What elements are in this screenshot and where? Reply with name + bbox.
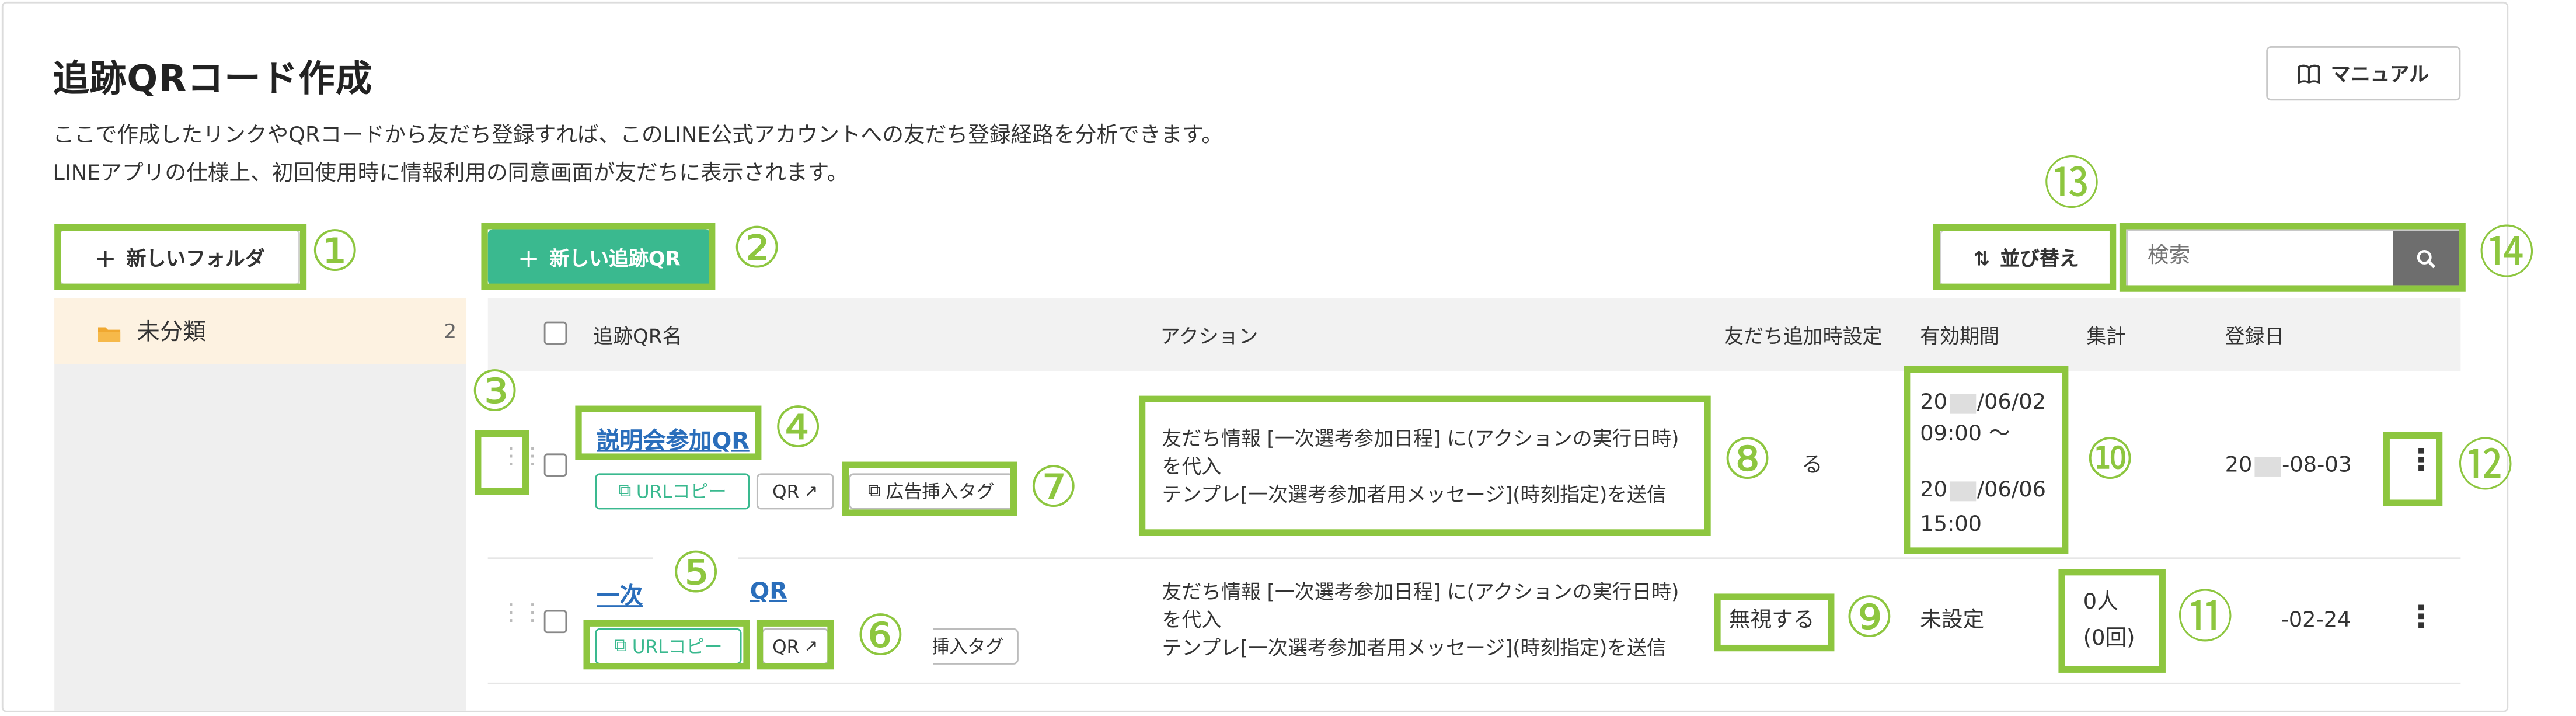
new-qr-label: 新しい追跡QR — [549, 246, 681, 270]
folder-count: 2 — [444, 319, 457, 343]
folder-label: 未分類 — [137, 319, 206, 346]
more-options-icon[interactable]: ⋮ — [2406, 603, 2436, 633]
period-start-time: 09:00 〜 — [1920, 422, 2010, 447]
page-description: ここで作成したリンクやQRコードから友だち登録すれば、このLINE公式アカウント… — [53, 123, 1223, 149]
callout-12: ⑫ — [2457, 433, 2514, 500]
callout-7: ⑦ — [1028, 455, 1079, 522]
period-start-year: 20 — [1920, 391, 1947, 416]
sort-label: 並び替え — [2000, 247, 2079, 271]
callout-11: ⑪ — [2177, 585, 2233, 652]
total-count: (0回) — [2083, 626, 2135, 652]
qr-label: QR — [772, 635, 800, 658]
friend-setting-value: る — [1801, 453, 1823, 478]
copy-icon: ⧉ — [614, 635, 628, 656]
callout-8: ⑧ — [1722, 427, 1773, 493]
sort-icon: ⇅ — [1973, 246, 1991, 270]
redacted-block — [1948, 481, 1975, 500]
callout-10: ⑩ — [2084, 427, 2135, 493]
search-box — [2126, 229, 2461, 287]
qr-button[interactable]: QR ↗ — [761, 628, 829, 665]
row-checkbox[interactable] — [543, 453, 567, 477]
search-button[interactable] — [2393, 231, 2459, 286]
url-copy-label: URLコピー — [636, 481, 727, 503]
action-line-2: を代入 — [1162, 455, 1222, 478]
table-row[interactable]: ⋮⋮ 一次 QR ⧉ URLコピー QR ↗ 挿入タグ 友だち情報 [一次選考参加日… — [487, 559, 2461, 684]
qr-name-link-start[interactable]: 一次 — [597, 579, 643, 611]
plus-icon: + — [517, 241, 540, 273]
callout-4: ④ — [773, 395, 824, 462]
redacted-block — [1948, 393, 1975, 413]
header-name: 追跡QR名 — [593, 325, 682, 348]
period-end-date: 20/06/06 — [1920, 477, 2046, 505]
qr-label: QR — [772, 481, 800, 502]
period-end-year: 20 — [1920, 478, 1947, 503]
book-icon — [2298, 64, 2320, 84]
action-line-2: を代入 — [1162, 608, 1222, 632]
row-checkbox[interactable] — [543, 610, 567, 634]
callout-6: ⑥ — [855, 603, 906, 670]
header-period: 有効期間 — [1920, 325, 1999, 348]
header-friend-setting: 友だち追加時設定 — [1724, 325, 1883, 348]
url-copy-label: URLコピー — [632, 636, 723, 658]
period-end-time: 15:00 — [1920, 513, 1982, 538]
callout-14: ⑭ — [2479, 221, 2535, 287]
callout-13: ⑬ — [2044, 151, 2100, 218]
header-action: アクション — [1160, 325, 1259, 348]
registered-year: 20 — [2225, 453, 2253, 478]
registered-date: 20 -08-03 — [2225, 452, 2352, 480]
period-value: 未設定 — [1920, 608, 1985, 634]
registered-date: -02-24 — [2281, 608, 2351, 634]
search-icon — [2417, 249, 2435, 267]
qr-name-link[interactable]: 説明会参加QR — [597, 424, 750, 457]
registered-monthday: -08-03 — [2282, 453, 2352, 478]
new-folder-button[interactable]: + 新しいフォルダ — [59, 229, 300, 286]
period-start-monthday: /06/02 — [1977, 391, 2046, 416]
folder-icon — [97, 322, 122, 342]
total-friends: 0人 — [2083, 590, 2118, 616]
url-copy-button[interactable]: ⧉ URLコピー — [595, 473, 750, 510]
action-line-1: 友だち情報 [一次選考参加日程] に(アクションの実行日時) — [1162, 580, 1679, 604]
folder-item-uncategorized[interactable]: 未分類 2 — [54, 298, 467, 364]
callout-2: ② — [731, 216, 782, 282]
ad-tag-label: 広告挿入タグ — [886, 481, 995, 503]
friend-setting-value: 無視する — [1728, 608, 1815, 634]
qr-name-link-end[interactable]: QR — [750, 579, 787, 605]
select-all-checkbox[interactable] — [543, 321, 567, 345]
drag-handle-icon[interactable]: ⋮⋮ — [499, 602, 543, 625]
period-start-date: 20/06/02 — [1920, 389, 2046, 417]
external-link-icon: ↗ — [804, 482, 818, 500]
new-folder-label: 新しいフォルダ — [126, 246, 265, 270]
header-registered: 登録日 — [2225, 325, 2285, 348]
callout-3: ③ — [469, 359, 520, 426]
ad-tag-button[interactable]: ⧉ 広告挿入タグ — [849, 473, 1014, 510]
qr-button[interactable]: QR ↗ — [756, 473, 834, 510]
callout-1: ① — [309, 219, 360, 286]
manual-label: マニュアル — [2330, 62, 2429, 86]
more-options-icon[interactable]: ⋮ — [2406, 446, 2436, 477]
external-link-icon: ↗ — [804, 637, 818, 656]
callout-5: ⑤ — [671, 541, 721, 607]
page-notice: LINEアプリの仕様上、初回使用時に情報利用の同意画面が友だちに表示されます。 — [53, 161, 849, 187]
action-line-3: テンプレ[一次選考参加者用メッセージ](時刻指定)を送信 — [1162, 483, 1667, 506]
period-end-monthday: /06/06 — [1977, 478, 2046, 503]
manual-button[interactable]: マニュアル — [2266, 46, 2461, 101]
copy-icon: ⧉ — [867, 479, 881, 502]
callout-9: ⑨ — [1844, 585, 1895, 652]
search-input[interactable] — [2147, 244, 2379, 269]
action-line-1: 友だち情報 [一次選考参加日程] に(アクションの実行日時) — [1162, 427, 1679, 450]
screenshot-stage: 追跡QRコード作成 ここで作成したリンクやQRコードから友だち登録すれば、このL… — [0, 0, 2576, 715]
new-qr-button[interactable]: + 新しい追跡QR — [487, 229, 710, 286]
table-header: 追跡QR名 アクション 友だち追加時設定 有効期間 集計 登録日 — [487, 298, 2461, 371]
header-total: 集計 — [2086, 325, 2127, 348]
drag-handle-icon[interactable]: ⋮⋮ — [499, 445, 543, 468]
sort-button[interactable]: ⇅ 並び替え — [1940, 229, 2113, 287]
url-copy-button[interactable]: ⧉ URLコピー — [595, 628, 742, 665]
action-line-3: テンプレ[一次選考参加者用メッセージ](時刻指定)を送信 — [1162, 636, 1667, 660]
copy-icon: ⧉ — [618, 479, 632, 502]
ad-tag-label: 挿入タグ — [931, 636, 1004, 658]
redacted-block — [2254, 456, 2281, 476]
page-title: 追跡QRコード作成 — [53, 59, 373, 101]
plus-icon: + — [94, 241, 117, 273]
